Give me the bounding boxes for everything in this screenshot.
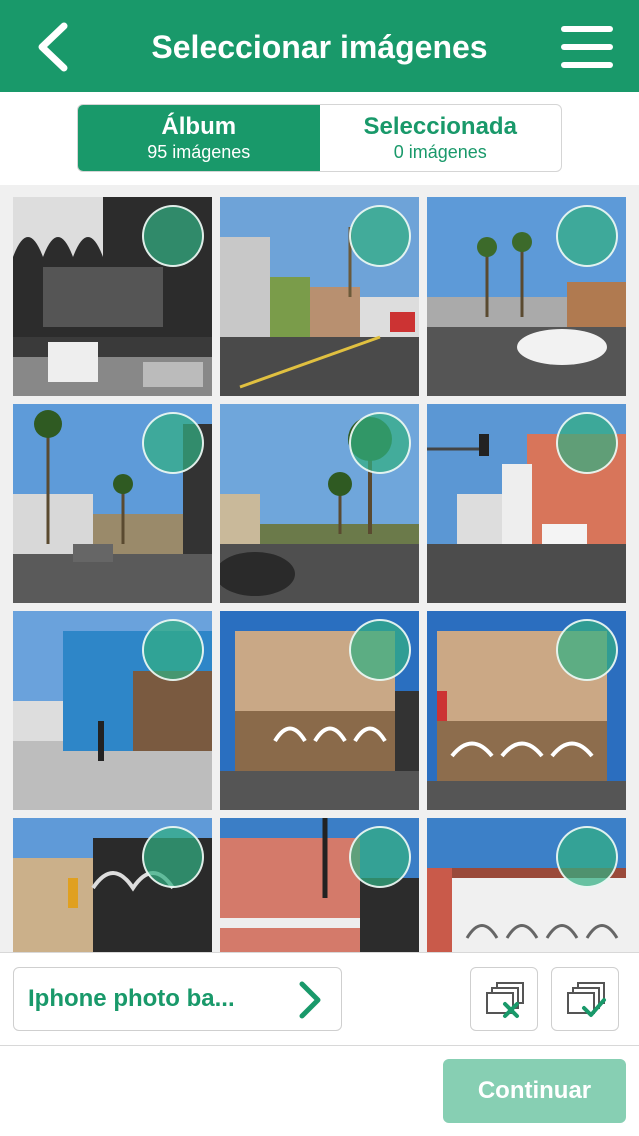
- image-thumbnail[interactable]: [13, 404, 212, 603]
- continue-button[interactable]: Continuar: [443, 1059, 626, 1123]
- bottom-toolbar: Iphone photo ba... Continuar: [0, 952, 639, 1136]
- image-thumbnail[interactable]: [220, 197, 419, 396]
- select-circle[interactable]: [556, 826, 618, 888]
- select-circle[interactable]: [349, 619, 411, 681]
- tab-selected-label: Seleccionada: [363, 113, 517, 140]
- album-picker-label: Iphone photo ba...: [28, 985, 235, 1012]
- image-thumbnail[interactable]: [427, 404, 626, 603]
- page-title: Seleccionar imágenes: [151, 29, 488, 65]
- select-all-icon: [567, 982, 606, 1017]
- select-circle[interactable]: [142, 619, 204, 681]
- chevron-right-icon: [299, 981, 321, 1019]
- album-selected-toggle: Álbum 95 imágenes Seleccionada 0 imágene…: [77, 104, 562, 172]
- image-thumbnail[interactable]: [220, 611, 419, 810]
- tab-selected-count: 0 imágenes: [393, 142, 487, 162]
- image-grid[interactable]: [0, 185, 639, 952]
- image-thumbnail[interactable]: [13, 197, 212, 396]
- select-circle[interactable]: [556, 205, 618, 267]
- image-thumbnail[interactable]: [13, 818, 212, 952]
- select-circle[interactable]: [349, 205, 411, 267]
- image-thumbnail[interactable]: [13, 611, 212, 810]
- select-circle[interactable]: [556, 412, 618, 474]
- select-circle[interactable]: [349, 826, 411, 888]
- image-thumbnail[interactable]: [220, 818, 419, 952]
- image-thumbnail[interactable]: [427, 818, 626, 952]
- album-picker-button[interactable]: Iphone photo ba...: [13, 967, 342, 1031]
- toolbar-divider: [0, 1045, 639, 1046]
- image-thumbnail[interactable]: [427, 197, 626, 396]
- tab-album-count: 95 imágenes: [147, 142, 251, 162]
- select-circle[interactable]: [349, 412, 411, 474]
- header-bar: Seleccionar imágenes: [0, 0, 639, 92]
- select-all-button[interactable]: [551, 967, 619, 1031]
- select-circle[interactable]: [142, 826, 204, 888]
- tab-album[interactable]: Álbum 95 imágenes: [78, 105, 320, 171]
- deselect-all-icon: [486, 982, 524, 1018]
- menu-button[interactable]: [561, 24, 613, 70]
- tab-album-label: Álbum: [161, 113, 237, 140]
- image-thumbnail[interactable]: [427, 611, 626, 810]
- select-circle[interactable]: [142, 205, 204, 267]
- image-thumbnail[interactable]: [220, 404, 419, 603]
- select-circle[interactable]: [556, 619, 618, 681]
- hamburger-menu-icon: [561, 26, 613, 32]
- tab-selected[interactable]: Seleccionada 0 imágenes: [320, 105, 562, 171]
- select-circle[interactable]: [142, 412, 204, 474]
- deselect-all-button[interactable]: [470, 967, 538, 1031]
